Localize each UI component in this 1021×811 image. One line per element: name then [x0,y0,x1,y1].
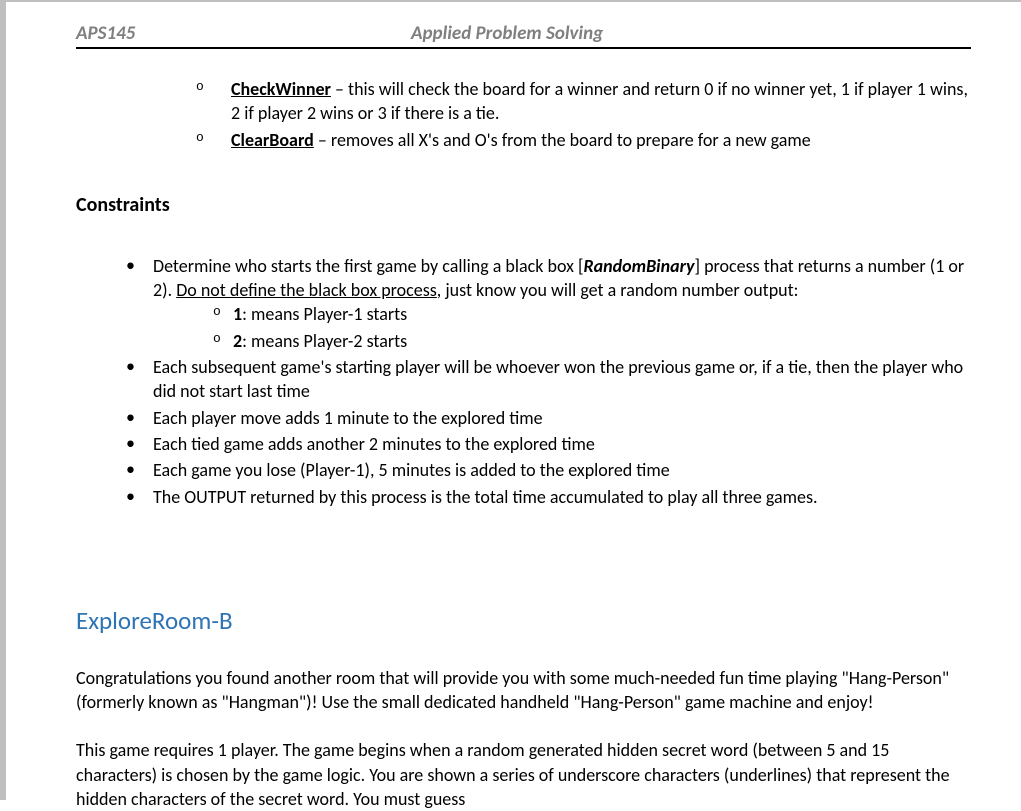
constraint-text: Each tied game adds another 2 minutes to… [153,433,595,455]
option-number: 2 [233,330,242,352]
list-item: The OUTPUT returned by this process is t… [131,485,971,509]
list-item: 1: means Player-1 starts [213,302,971,326]
constraint-text: Each player move adds 1 minute to the ex… [153,407,543,429]
list-item: Each tied game adds another 2 minutes to… [131,432,971,456]
list-item: Each subsequent game's starting player w… [131,355,971,404]
room-b-paragraph-2: This game requires 1 player. The game be… [76,738,971,811]
list-item: 2: means Player-2 starts [213,329,971,353]
fn-desc: – removes all X's and O's from the board… [314,129,811,151]
constraints-heading: Constraints [76,192,971,219]
constraint-text: Determine who starts the first game by c… [153,255,583,277]
constraint-underlined: Do not define the black box process [176,279,437,301]
constraint-text: Each subsequent game's starting player w… [153,356,963,402]
function-list: CheckWinner – this will check the board … [76,77,971,152]
constraint-text: , just know you will get a random number… [437,279,799,301]
option-number: 1 [233,303,242,325]
page-header: APS145 Applied Problem Solving [76,22,971,49]
list-item: ClearBoard – removes all X's and O's fro… [206,128,971,152]
fn-desc: – this will check the board for a winner… [231,78,968,124]
option-text: : means Player-2 starts [242,330,407,352]
list-item: Determine who starts the first game by c… [131,254,971,353]
list-item: Each game you lose (Player-1), 5 minutes… [131,458,971,482]
course-title: Applied Problem Solving [411,22,603,45]
list-item: Each player move adds 1 minute to the ex… [131,406,971,430]
room-b-paragraph-1: Congratulations you found another room t… [76,666,971,715]
constraint-text: The OUTPUT returned by this process is t… [153,486,818,508]
nested-list: 1: means Player-1 starts 2: means Player… [153,302,971,353]
constraint-text: Each game you lose (Player-1), 5 minutes… [153,459,670,481]
blackbox-name: RandomBinary [583,255,694,277]
constraints-list: Determine who starts the first game by c… [76,254,971,509]
list-item: CheckWinner – this will check the board … [206,77,971,126]
course-code: APS145 [76,22,411,45]
document-page: APS145 Applied Problem Solving CheckWinn… [6,2,1021,811]
room-b-heading: ExploreRoom-B [76,604,971,638]
option-text: : means Player-1 starts [242,303,407,325]
page-content: CheckWinner – this will check the board … [76,49,971,811]
fn-name-clearboard: ClearBoard [231,129,314,151]
fn-name-checkwinner: CheckWinner [231,78,331,100]
